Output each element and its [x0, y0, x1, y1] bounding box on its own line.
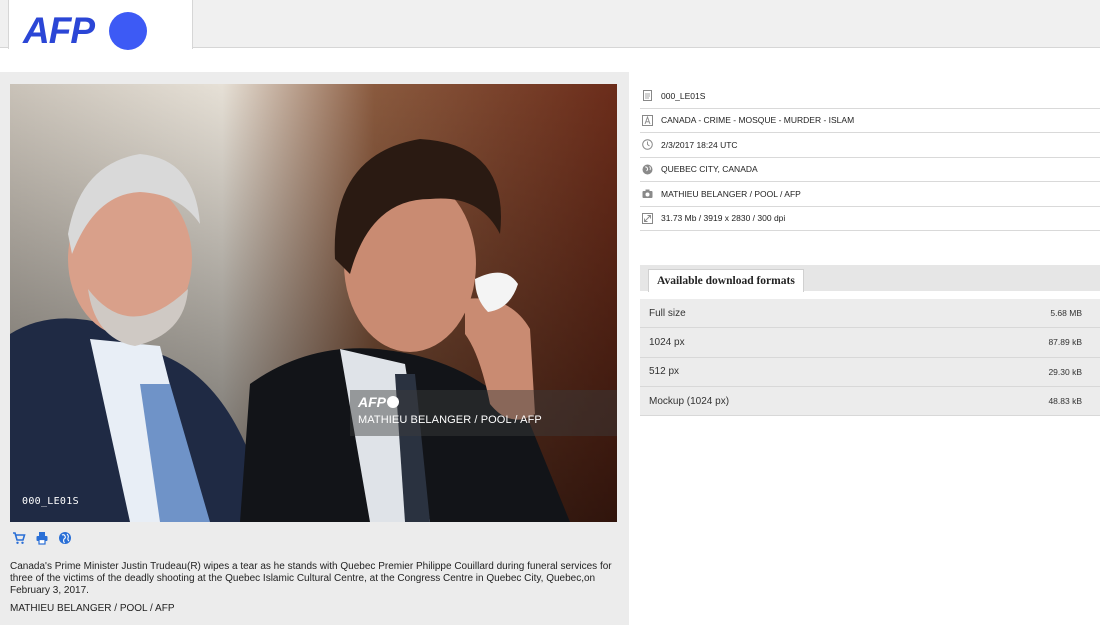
- info-text: QUEBEC CITY, CANADA: [661, 164, 758, 175]
- top-bar: AFP: [0, 0, 1100, 51]
- info-row-date: 2/3/2017 18:24 UTC: [640, 133, 1100, 158]
- format-label: Full size: [649, 307, 686, 319]
- text-icon: [642, 114, 653, 126]
- info-row-location: QUEBEC CITY, CANADA: [640, 158, 1100, 182]
- cart-icon[interactable]: [12, 531, 26, 545]
- photo-actions: [12, 531, 72, 545]
- format-size: 5.68 MB: [1050, 308, 1082, 319]
- photo-panel: AFP MATHIEU BELANGER / POOL / AFP 000_LE…: [0, 72, 629, 625]
- info-text: CANADA - CRIME - MOSQUE - MURDER - ISLAM: [661, 115, 855, 126]
- logo-tab[interactable]: AFP: [8, 0, 193, 51]
- info-row-credit: MATHIEU BELANGER / POOL / AFP: [640, 182, 1100, 207]
- format-row-512[interactable]: 512 px 29.30 kB: [640, 357, 1100, 387]
- document-icon: [643, 90, 652, 102]
- info-text: 000_LE01S: [661, 90, 706, 101]
- globe-icon[interactable]: [58, 531, 72, 545]
- download-formats-header: Available download formats: [640, 265, 1100, 292]
- photo-illustration: [10, 84, 617, 522]
- afp-logo-dot: [109, 12, 147, 50]
- watermark-credit: MATHIEU BELANGER / POOL / AFP: [358, 414, 542, 426]
- photo-caption: Canada's Prime Minister Justin Trudeau(R…: [10, 561, 612, 597]
- tab-download-formats[interactable]: Available download formats: [648, 269, 804, 292]
- format-label: Mockup (1024 px): [649, 395, 730, 407]
- format-size: 87.89 kB: [1048, 337, 1082, 348]
- format-row-full-size[interactable]: Full size 5.68 MB: [640, 299, 1100, 329]
- format-label: 512 px: [649, 366, 680, 378]
- photo-watermark: AFP MATHIEU BELANGER / POOL / AFP: [350, 390, 617, 436]
- format-label: 1024 px: [649, 336, 685, 348]
- format-row-1024[interactable]: 1024 px 87.89 kB: [640, 328, 1100, 358]
- print-icon[interactable]: [35, 531, 49, 545]
- info-row-keywords: CANADA - CRIME - MOSQUE - MURDER - ISLAM: [640, 109, 1100, 133]
- info-text: MATHIEU BELANGER / POOL / AFP: [661, 188, 801, 199]
- watermark-logo-dot: [387, 396, 399, 408]
- afp-logo[interactable]: AFP: [23, 11, 95, 51]
- resize-icon: [642, 212, 653, 224]
- info-row-id: 000_LE01S: [640, 84, 1100, 109]
- news-photo[interactable]: AFP MATHIEU BELANGER / POOL / AFP 000_LE…: [10, 84, 617, 522]
- photo-info-list: 000_LE01S CANADA - CRIME - MOSQUE - MURD…: [640, 84, 1100, 231]
- caption-credit: MATHIEU BELANGER / POOL / AFP: [10, 603, 175, 614]
- watermark-logo: AFP: [358, 394, 399, 410]
- info-text: 31.73 Mb / 3919 x 2830 / 300 dpi: [661, 213, 786, 224]
- info-row-filesize: 31.73 Mb / 3919 x 2830 / 300 dpi: [640, 207, 1100, 231]
- photo-id-overlay: 000_LE01S: [22, 496, 79, 507]
- format-size: 48.83 kB: [1048, 396, 1082, 407]
- format-row-mockup[interactable]: Mockup (1024 px) 48.83 kB: [640, 386, 1100, 417]
- download-formats-list: Full size 5.68 MB 1024 px 87.89 kB 512 p…: [640, 299, 1100, 417]
- globe-icon: [642, 164, 653, 175]
- info-text: 2/3/2017 18:24 UTC: [661, 139, 738, 150]
- clock-icon: [642, 139, 653, 151]
- camera-icon: [642, 189, 653, 199]
- format-size: 29.30 kB: [1048, 366, 1082, 377]
